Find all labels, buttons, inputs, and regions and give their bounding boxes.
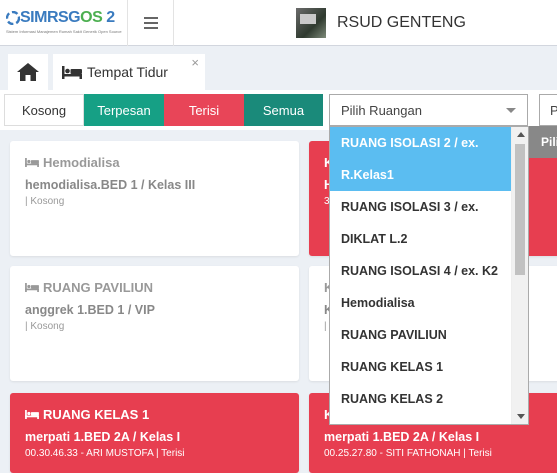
logo-subtitle: Sistem Informasi Manajemen Rumah Sakit G… <box>6 29 122 34</box>
bed-label: merpati 1.BED 2A / Kelas I <box>25 430 181 444</box>
filter-terpesan-button[interactable]: Terpesan <box>84 94 164 126</box>
bed-icon <box>25 158 39 167</box>
bed-label: anggrek 1.BED 1 / VIP <box>25 303 155 317</box>
bed-status: 00.25.27.80 - SITI FATHONAH | Terisi <box>324 448 492 459</box>
bed-icon <box>25 410 39 419</box>
bed-status: 00.30.46.33 - ARI MUSTOFA | Terisi <box>25 448 185 459</box>
bed-label: hemodialisa.BED 1 / Kelas III <box>25 178 196 192</box>
room-name: RUANG KELAS 1 <box>43 407 150 422</box>
second-select-dropdown-edge[interactable]: Pili <box>529 126 557 158</box>
logo-text: SIMRSGOS 2 <box>20 9 115 27</box>
bed-status: | Kosong <box>25 321 65 332</box>
room-select-placeholder: Pilih Ruangan <box>341 102 422 118</box>
bed-status: | Kosong <box>25 196 65 207</box>
second-select-text: Pi <box>550 102 557 118</box>
logo-mark-icon <box>6 11 20 25</box>
dropdown-option[interactable]: RUANG KELAS 2 <box>330 383 513 415</box>
bed-card[interactable]: RUANG KELAS 1 merpati 1.BED 2A / Kelas I… <box>10 393 299 473</box>
bed-card-room: RUANG PAVILIUN <box>25 280 299 295</box>
dropdown-option[interactable]: RUANG ISOLASI 3 / ex. <box>330 191 513 223</box>
dropdown-option[interactable]: RUANG ISOLASI 4 / ex. K2 <box>330 255 513 287</box>
close-icon[interactable]: × <box>191 55 199 70</box>
dropdown-option[interactable]: Hemodialisa <box>330 287 513 319</box>
logo-text-a: SIMRS <box>20 9 69 26</box>
scroll-down-icon[interactable] <box>517 414 525 419</box>
bed-card-room: RUANG KELAS 1 <box>25 407 299 422</box>
home-button[interactable] <box>8 54 48 90</box>
bed-card-room: Hemodialisa <box>25 155 299 170</box>
hospital-image <box>296 8 326 38</box>
bed-icon <box>25 283 39 292</box>
room-name: Hemodialisa <box>43 155 120 170</box>
room-dropdown-list: RUANG ISOLASI 2 / ex. R.Kelas1 RUANG ISO… <box>330 127 513 424</box>
tab-label: Tempat Tidur <box>87 64 168 80</box>
tab-bar: Tempat Tidur × <box>0 46 557 90</box>
dropdown-option[interactable]: RUANG KELAS 1 <box>330 351 513 383</box>
dropdown-option[interactable]: RBD LANTAI 1 <box>330 415 513 424</box>
room-dropdown[interactable]: RUANG ISOLASI 2 / ex. R.Kelas1 RUANG ISO… <box>329 126 529 425</box>
dropdown-option[interactable]: RUANG ISOLASI 2 / ex. <box>330 127 513 159</box>
bed-icon <box>62 65 82 79</box>
scroll-up-icon[interactable] <box>517 132 525 137</box>
filter-kosong-button[interactable]: Kosong <box>4 94 84 126</box>
filter-bar: Kosong Terpesan Terisi Semua Pilih Ruang… <box>0 90 557 130</box>
filter-semua-button[interactable]: Semua <box>244 94 323 126</box>
logo-text-d: 2 <box>102 9 115 26</box>
sidebar-toggle-button[interactable] <box>128 0 174 46</box>
bed-card[interactable]: Hemodialisa hemodialisa.BED 1 / Kelas II… <box>10 141 299 256</box>
hospital-name: RSUD GENTENG <box>337 14 466 31</box>
bed-label: merpati 1.BED 2A / Kelas I <box>324 430 480 444</box>
hamburger-menu-icon <box>143 17 158 29</box>
dropdown-option[interactable]: R.Kelas1 <box>330 159 513 191</box>
app-logo[interactable]: SIMRSGOS 2 Sistem Informasi Manajemen Ru… <box>0 0 128 46</box>
chevron-down-icon <box>506 108 516 113</box>
second-select[interactable]: Pi <box>539 94 557 126</box>
tab-tempat-tidur[interactable]: Tempat Tidur × <box>53 54 205 90</box>
dropdown-option[interactable]: RUANG PAVILIUN <box>330 319 513 351</box>
filter-terisi-button[interactable]: Terisi <box>164 94 244 126</box>
bed-card[interactable]: RUANG PAVILIUN anggrek 1.BED 1 / VIP | K… <box>10 266 299 381</box>
logo-text-c: OS <box>80 9 103 26</box>
top-navbar: SIMRSGOS 2 Sistem Informasi Manajemen Ru… <box>0 0 557 46</box>
dropdown-option[interactable]: DIKLAT L.2 <box>330 223 513 255</box>
logo-text-b: G <box>68 9 81 26</box>
hospital-brand: RSUD GENTENG <box>296 7 466 39</box>
scrollbar-thumb[interactable] <box>515 144 525 275</box>
room-name: RUANG PAVILIUN <box>43 280 154 295</box>
room-select[interactable]: Pilih Ruangan <box>329 94 528 126</box>
home-icon <box>17 63 39 81</box>
dropdown-scrollbar[interactable] <box>511 127 528 424</box>
